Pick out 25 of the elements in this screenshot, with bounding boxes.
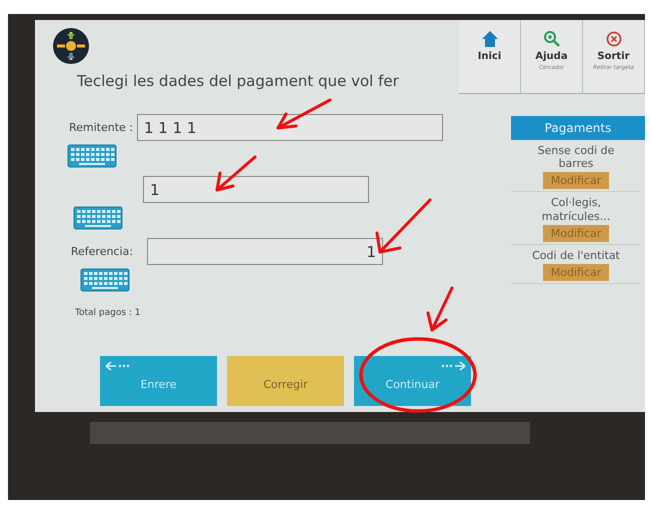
- field-label: Referencia:: [70, 245, 133, 258]
- annotation-arrow: [426, 286, 454, 332]
- total-payments: Total pagos : 1: [75, 308, 142, 318]
- payment-type: Codi de l'entitat: [531, 248, 621, 262]
- field-label: Remitente :: [68, 121, 133, 134]
- arrow-left-icon: [105, 361, 131, 371]
- annotation-arrow: [216, 156, 256, 192]
- input-field[interactable]: 1 1 1 1: [137, 114, 443, 141]
- input-field[interactable]: 1: [147, 238, 383, 265]
- home-icon: [480, 30, 498, 48]
- sidebar-header: Pagaments: [511, 116, 645, 140]
- annotation-arrow: [376, 198, 432, 254]
- logo-icon: [53, 28, 89, 64]
- payment-type: Sense codi de barres: [536, 144, 616, 170]
- annotation-arrow: [276, 98, 332, 130]
- magnifier-icon: [542, 30, 560, 48]
- keyboard-icon[interactable]: [80, 268, 130, 292]
- payment-type: Col·legis, matrícules...: [540, 196, 612, 223]
- arrow-right-icon: [440, 361, 466, 371]
- top-menu-button[interactable]: Inici: [459, 20, 521, 94]
- keyboard-icon[interactable]: [73, 206, 123, 230]
- close-icon: [604, 30, 622, 48]
- screen-title: Teclegi les dades del pagament que vol fer: [76, 72, 399, 90]
- input-field[interactable]: 1: [143, 176, 369, 203]
- keyboard-icon[interactable]: [67, 144, 117, 168]
